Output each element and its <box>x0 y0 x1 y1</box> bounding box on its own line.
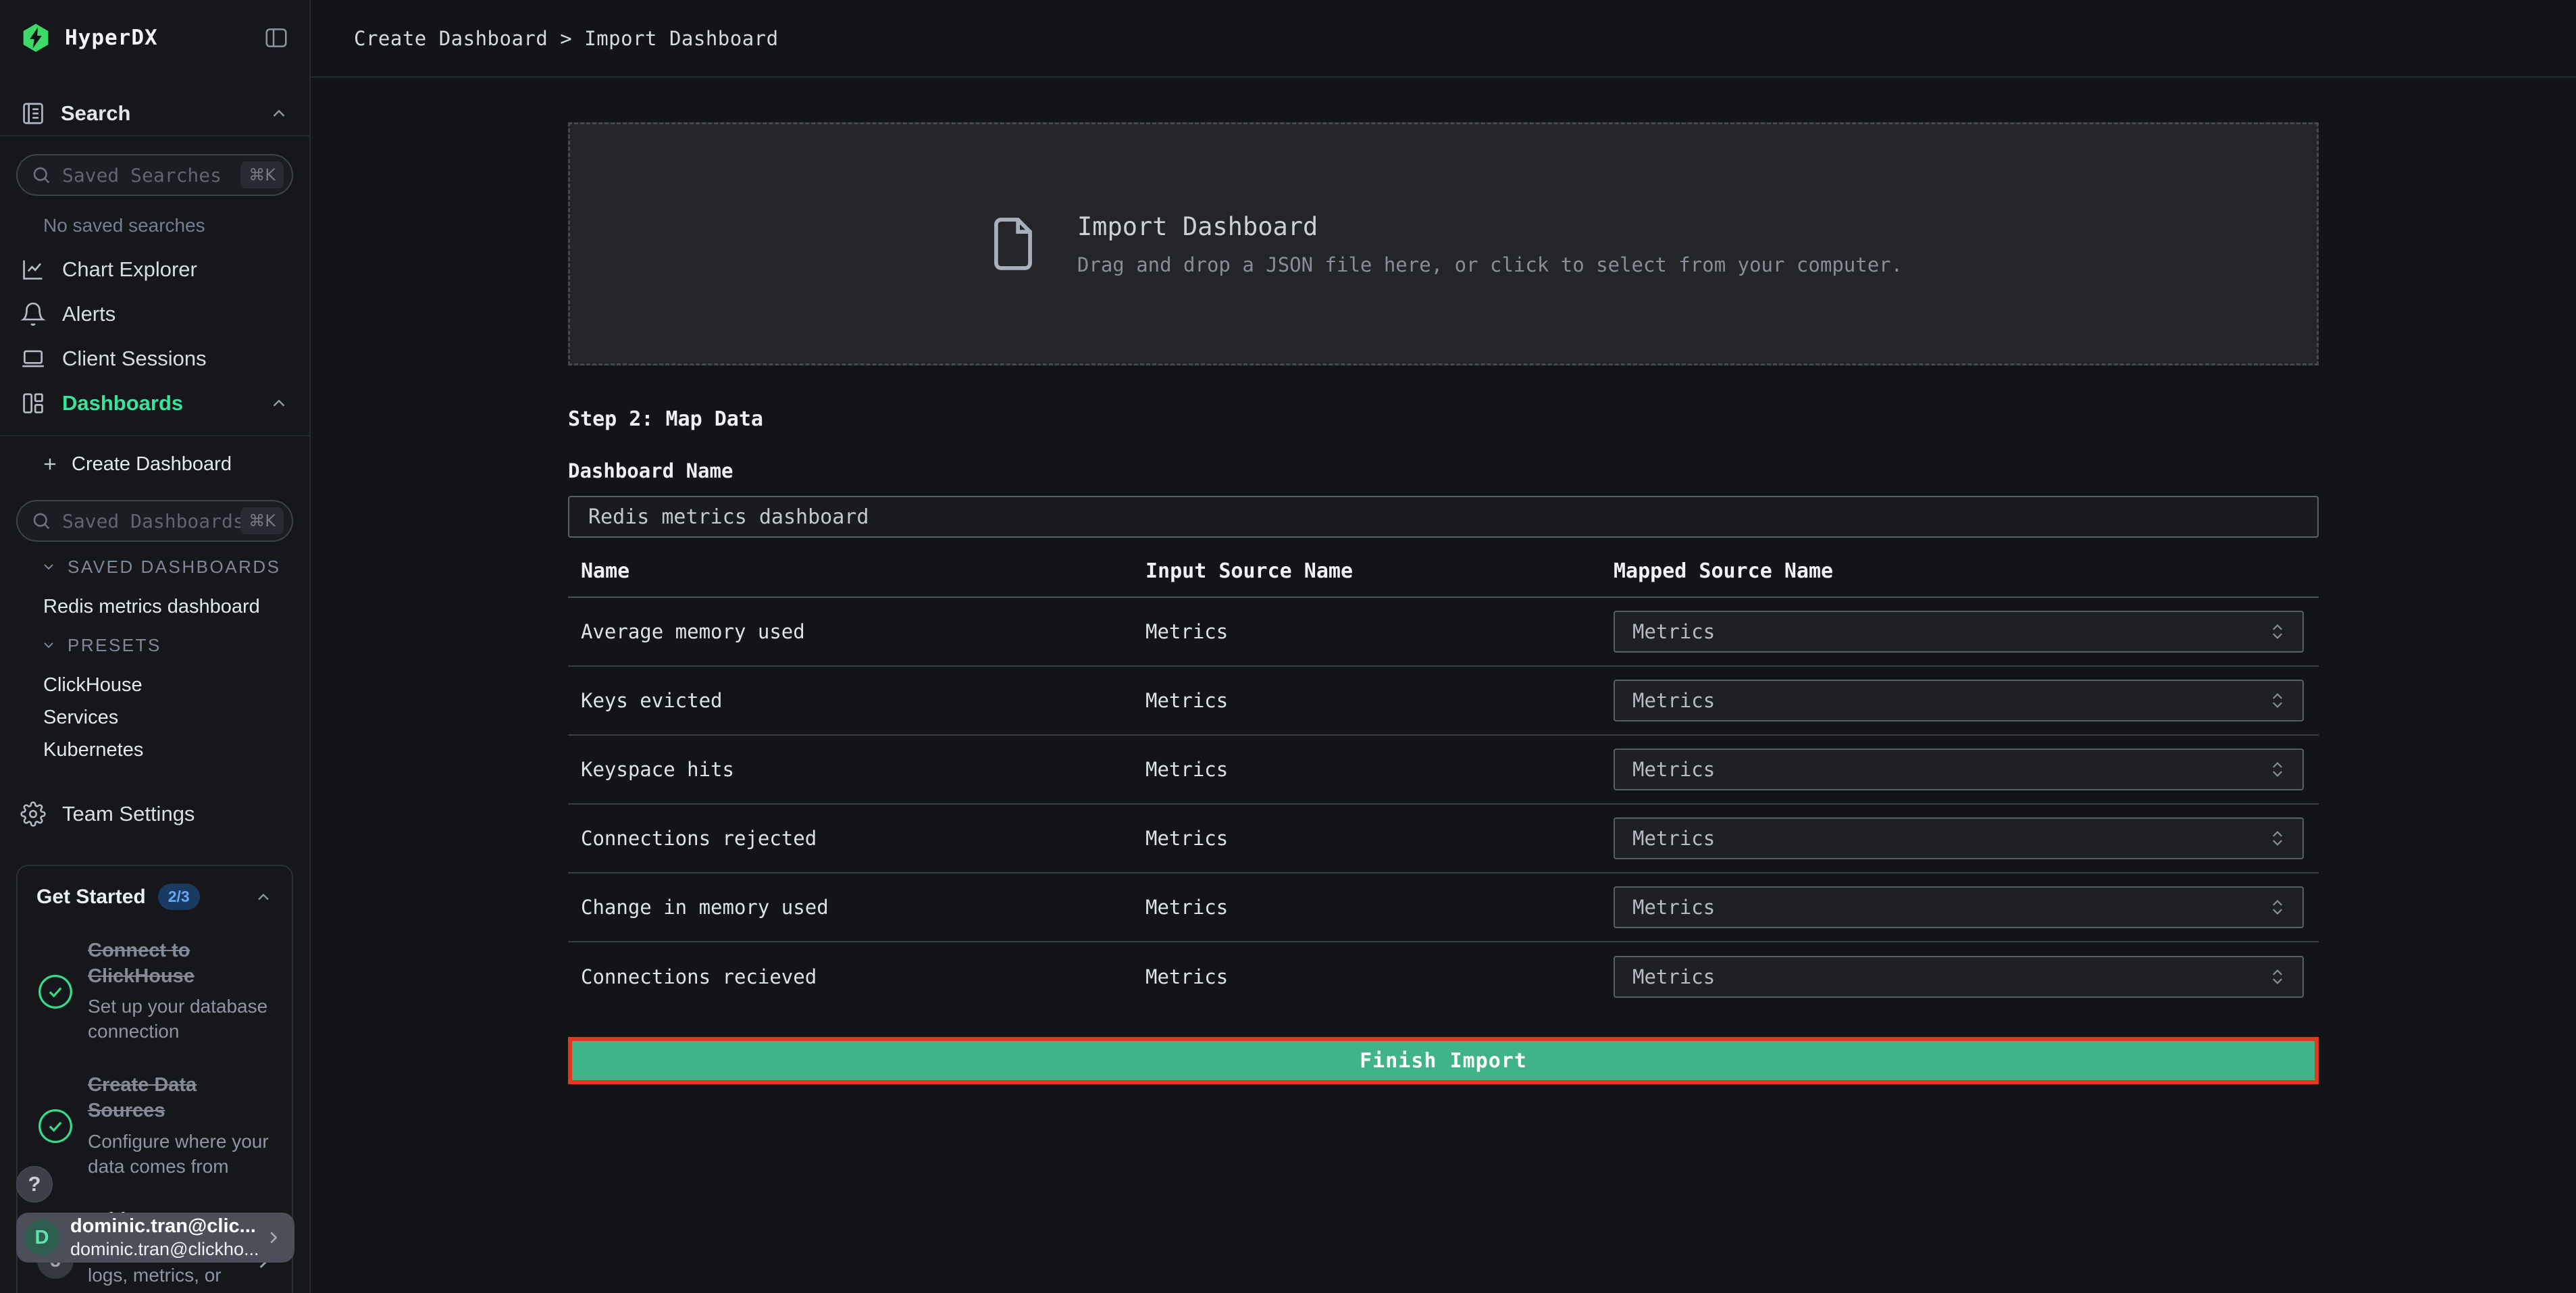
mapped-source-select[interactable]: Metrics <box>1614 886 2304 928</box>
table-row: Connections recieved Metrics Metrics <box>568 942 2319 1011</box>
get-started-item-connect[interactable]: Connect to ClickHouse Set up your databa… <box>36 938 273 1044</box>
table-row: Connections rejected Metrics Metrics <box>568 805 2319 873</box>
mapped-source-select[interactable]: Metrics <box>1614 680 2304 721</box>
saved-dashboards-group-header[interactable]: SAVED DASHBOARDS <box>41 555 309 578</box>
plus-icon <box>41 455 59 474</box>
saved-dashboard-item[interactable]: Redis metrics dashboard <box>0 593 309 620</box>
column-header-name: Name <box>568 559 1145 583</box>
main-area: Create Dashboard > Import Dashboard Impo… <box>311 0 2576 1293</box>
laptop-icon <box>20 346 46 372</box>
bell-icon <box>20 301 46 327</box>
chart-line-icon <box>20 257 46 282</box>
presets-group-header[interactable]: PRESETS <box>41 634 309 657</box>
table-header-row: Name Input Source Name Mapped Source Nam… <box>568 554 2319 598</box>
create-dashboard-button[interactable]: Create Dashboard <box>0 443 309 485</box>
help-button[interactable]: ? <box>16 1166 53 1202</box>
search-section-icon <box>20 101 46 126</box>
no-saved-searches-note: No saved searches <box>43 215 309 236</box>
sidebar-item-dashboards[interactable]: Dashboards <box>0 381 309 426</box>
dashboard-layout-icon <box>20 390 46 416</box>
app-window: HyperDX Search <box>0 0 2576 1293</box>
json-dropzone[interactable]: Import Dashboard Drag and drop a JSON fi… <box>568 122 2319 365</box>
chevron-up-icon <box>269 103 289 124</box>
dashboard-name-input[interactable] <box>568 496 2319 538</box>
sidebar-divider <box>0 135 309 136</box>
file-icon <box>984 209 1042 279</box>
search-icon <box>31 511 51 531</box>
select-updown-icon <box>2267 826 2288 851</box>
sidebar-divider <box>0 435 309 436</box>
check-circle-icon <box>36 1107 74 1145</box>
chevron-down-icon <box>41 559 57 575</box>
search-icon <box>31 165 51 185</box>
import-dashboard-content: Import Dashboard Drag and drop a JSON fi… <box>568 78 2319 1084</box>
chevron-up-icon <box>254 888 273 907</box>
sidebar-item-alerts[interactable]: Alerts <box>0 292 309 336</box>
dropzone-subtitle: Drag and drop a JSON file here, or click… <box>1077 253 1903 276</box>
saved-searches-input[interactable] <box>62 164 240 186</box>
preset-item-kubernetes[interactable]: Kubernetes <box>0 736 309 763</box>
gear-icon <box>20 801 46 827</box>
sidebar-item-chart-explorer[interactable]: Chart Explorer <box>0 247 309 292</box>
mapped-source-select[interactable]: Metrics <box>1614 956 2304 998</box>
get-started-item-data-sources[interactable]: Create Data Sources Configure where your… <box>36 1073 273 1179</box>
sidebar-item-team-settings[interactable]: Team Settings <box>0 792 309 836</box>
saved-dashboards-search[interactable]: ⌘K <box>16 500 293 542</box>
user-email: dominic.tran@clickho... <box>70 1239 263 1260</box>
select-updown-icon <box>2267 964 2288 990</box>
chevron-up-icon <box>269 393 289 413</box>
dropzone-title: Import Dashboard <box>1077 212 1903 241</box>
mapping-table: Name Input Source Name Mapped Source Nam… <box>568 554 2319 1011</box>
search-section-header[interactable]: Search <box>0 92 309 135</box>
saved-searches-search[interactable]: ⌘K <box>16 154 293 196</box>
table-row: Keys evicted Metrics Metrics <box>568 667 2319 736</box>
shortcut-badge: ⌘K <box>240 507 284 534</box>
chevron-right-icon <box>263 1227 284 1248</box>
mapped-source-select[interactable]: Metrics <box>1614 749 2304 790</box>
preset-item-clickhouse[interactable]: ClickHouse <box>0 671 309 699</box>
column-header-input-source: Input Source Name <box>1145 559 1614 583</box>
breadcrumb: Create Dashboard > Import Dashboard <box>354 27 779 50</box>
select-updown-icon <box>2267 757 2288 782</box>
logo-row: HyperDX <box>0 0 309 76</box>
sidebar: HyperDX Search <box>0 0 311 1293</box>
brand-title: HyperDX <box>65 26 158 50</box>
saved-dashboards-input[interactable] <box>62 510 240 532</box>
select-updown-icon <box>2267 894 2288 920</box>
search-section-label: Search <box>61 101 130 126</box>
mapped-source-select[interactable]: Metrics <box>1614 611 2304 653</box>
table-row: Keyspace hits Metrics Metrics <box>568 736 2319 805</box>
user-name: dominic.tran@clic... <box>70 1215 263 1238</box>
sidebar-item-client-sessions[interactable]: Client Sessions <box>0 336 309 381</box>
preset-item-services[interactable]: Services <box>0 704 309 731</box>
sidebar-nav: Chart Explorer Alerts Client Sessions Da… <box>0 247 309 426</box>
finish-import-button[interactable]: Finish Import <box>568 1037 2319 1084</box>
select-updown-icon <box>2267 619 2288 644</box>
step-label: Step 2: Map Data <box>568 407 2319 431</box>
progress-badge: 2/3 <box>158 884 200 910</box>
chevron-down-icon <box>41 637 57 653</box>
select-updown-icon <box>2267 688 2288 713</box>
dashboard-name-label: Dashboard Name <box>568 459 2319 482</box>
shortcut-badge: ⌘K <box>240 161 284 188</box>
table-row: Average memory used Metrics Metrics <box>568 598 2319 667</box>
hyperdx-logo-icon <box>20 22 51 53</box>
get-started-header[interactable]: Get Started 2/3 <box>36 884 273 910</box>
sidebar-collapse-icon[interactable] <box>263 25 289 51</box>
table-row: Change in memory used Metrics Metrics <box>568 873 2319 942</box>
mapped-source-select[interactable]: Metrics <box>1614 817 2304 859</box>
avatar: D <box>24 1220 59 1255</box>
user-account-button[interactable]: D dominic.tran@clic... dominic.tran@clic… <box>16 1213 294 1263</box>
topbar: Create Dashboard > Import Dashboard <box>311 0 2576 78</box>
check-circle-icon <box>36 973 74 1011</box>
column-header-mapped-source: Mapped Source Name <box>1614 559 2319 583</box>
